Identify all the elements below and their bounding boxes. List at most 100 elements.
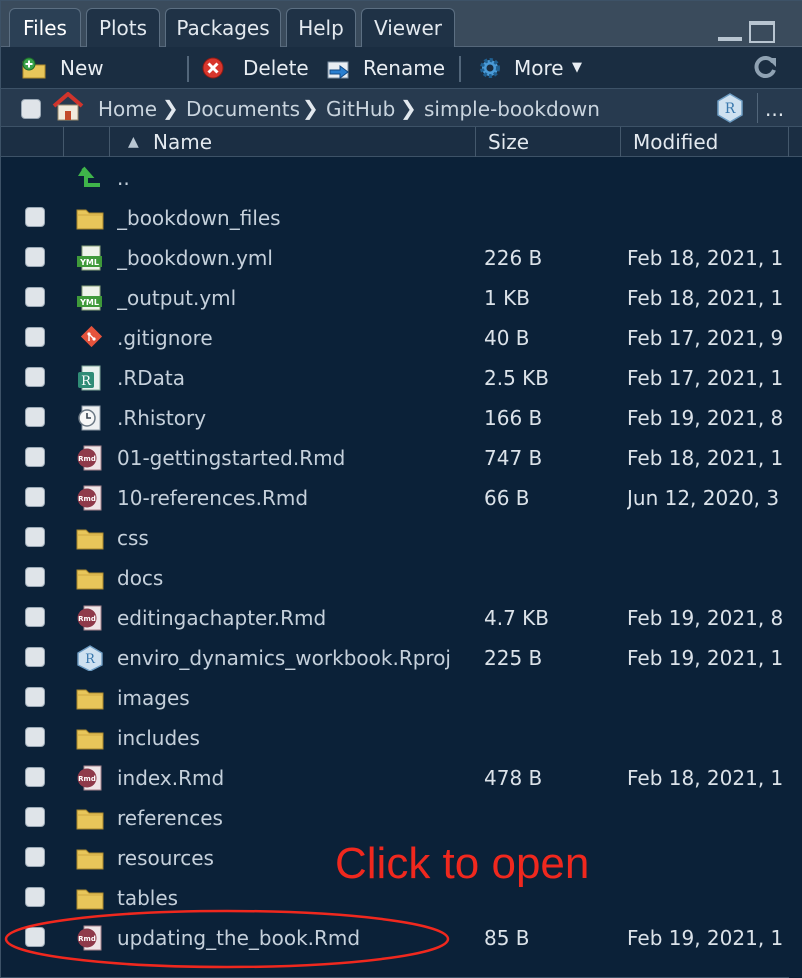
file-size: 1 KB <box>484 286 530 310</box>
file-name-link[interactable]: references <box>117 797 473 837</box>
header-modified[interactable]: Modified <box>621 127 789 157</box>
file-size: 166 B <box>484 406 543 430</box>
breadcrumb-divider <box>757 93 758 123</box>
more-label: More <box>514 56 564 80</box>
file-name-link[interactable]: .RData <box>117 357 473 397</box>
file-checkbox[interactable] <box>25 367 45 387</box>
file-row[interactable]: YML _bookdown.yml 226 B Feb 18, 2021, 1 <box>1 237 802 277</box>
file-name-link[interactable]: images <box>117 677 473 717</box>
new-folder-button[interactable]: New Folder <box>21 47 171 122</box>
folder-icon <box>76 809 104 830</box>
file-name-link[interactable]: docs <box>117 557 473 597</box>
file-checkbox[interactable] <box>25 407 45 427</box>
file-row[interactable]: .Rhistory 166 B Feb 19, 2021, 8 <box>1 397 802 437</box>
rproj-file-icon: R <box>77 645 103 671</box>
file-modified: Feb 17, 2021, 9 <box>627 326 784 350</box>
svg-text:YML: YML <box>79 298 99 307</box>
file-name-link[interactable]: index.Rmd <box>117 757 473 797</box>
file-checkbox[interactable] <box>25 687 45 707</box>
file-name-link[interactable]: css <box>117 517 473 557</box>
folder-icon <box>76 729 104 750</box>
file-row[interactable]: Rmd 10-references.Rmd 66 B Jun 12, 2020, 3 <box>1 477 802 517</box>
file-row[interactable]: Rmd index.Rmd 478 B Feb 18, 2021, 1 <box>1 757 802 797</box>
svg-text:YML: YML <box>79 258 99 267</box>
file-checkbox[interactable] <box>25 807 45 827</box>
file-checkbox[interactable] <box>25 887 45 907</box>
file-row[interactable]: .gitignore 40 B Feb 17, 2021, 9 <box>1 317 802 357</box>
breadcrumb: Home ❯ Documents ❯ GitHub ❯ simple-bookd… <box>1 89 802 127</box>
header-size[interactable]: Size <box>476 127 621 157</box>
parent-directory-link[interactable]: .. <box>117 157 473 197</box>
breadcrumb-github[interactable]: GitHub <box>326 89 395 127</box>
file-modified <box>627 557 789 597</box>
file-name-link[interactable]: .Rhistory <box>117 397 473 437</box>
tab-viewer[interactable]: Viewer <box>361 8 455 47</box>
file-row[interactable]: includes <box>1 717 802 757</box>
file-name-link[interactable]: .gitignore <box>117 317 473 357</box>
file-row[interactable]: css <box>1 517 802 557</box>
file-size: 85 B <box>484 926 530 950</box>
file-checkbox[interactable] <box>25 647 45 667</box>
chevron-right-icon: ❯ <box>302 96 319 120</box>
file-row[interactable]: YML _output.yml 1 KB Feb 18, 2021, 1 <box>1 277 802 317</box>
file-row[interactable]: docs <box>1 557 802 597</box>
scrollbar-track[interactable] <box>789 157 802 978</box>
file-checkbox[interactable] <box>25 487 45 507</box>
folder-icon <box>76 689 104 710</box>
file-checkbox[interactable] <box>25 247 45 267</box>
tab-plots[interactable]: Plots <box>86 8 160 47</box>
minimize-icon[interactable] <box>718 33 742 41</box>
svg-text:R: R <box>81 374 92 389</box>
file-row[interactable]: Rmd editingachapter.Rmd 4.7 KB Feb 19, 2021… <box>1 597 802 637</box>
parent-directory-row[interactable]: .. <box>1 157 802 197</box>
file-row[interactable]: _bookdown_files <box>1 197 802 237</box>
file-checkbox[interactable] <box>25 527 45 547</box>
file-checkbox[interactable] <box>25 447 45 467</box>
file-checkbox[interactable] <box>25 567 45 587</box>
file-name-link[interactable]: _bookdown_files <box>117 197 473 237</box>
file-checkbox[interactable] <box>25 327 45 347</box>
refresh-icon[interactable] <box>753 54 779 80</box>
file-checkbox[interactable] <box>25 287 45 307</box>
file-checkbox[interactable] <box>25 207 45 227</box>
file-name-link[interactable]: includes <box>117 717 473 757</box>
file-name-link[interactable]: 10-references.Rmd <box>117 477 473 517</box>
file-checkbox[interactable] <box>25 607 45 627</box>
chevron-down-icon: ▼ <box>572 60 582 75</box>
delete-button[interactable]: Delete <box>201 47 311 89</box>
folder-icon <box>76 849 104 870</box>
file-name-link[interactable]: enviro_dynamics_workbook.Rproj <box>117 637 473 677</box>
breadcrumb-overflow-button[interactable]: ... <box>765 89 784 127</box>
breadcrumb-home[interactable]: Home <box>98 89 157 127</box>
home-icon[interactable] <box>51 92 85 122</box>
maximize-icon[interactable] <box>749 21 775 43</box>
rename-label: Rename <box>363 56 446 80</box>
file-row[interactable]: R .RData 2.5 KB Feb 17, 2021, 1 <box>1 357 802 397</box>
rename-button[interactable]: Rename <box>327 47 447 89</box>
tab-files[interactable]: Files <box>9 8 81 47</box>
file-row[interactable]: images <box>1 677 802 717</box>
file-name-link[interactable]: 01-gettingstarted.Rmd <box>117 437 473 477</box>
chevron-right-icon: ❯ <box>400 96 417 120</box>
breadcrumb-documents[interactable]: Documents <box>186 89 300 127</box>
file-name-link[interactable]: _output.yml <box>117 277 473 317</box>
file-name-link[interactable]: _bookdown.yml <box>117 237 473 277</box>
file-checkbox[interactable] <box>25 767 45 787</box>
file-row[interactable]: Rmd 01-gettingstarted.Rmd 747 B Feb 18, 202… <box>1 437 802 477</box>
file-checkbox[interactable] <box>25 847 45 867</box>
more-button[interactable]: More ▼ <box>478 47 588 89</box>
files-toolbar: New Folder Delete Rename More ▼ <box>1 47 802 122</box>
file-checkbox[interactable] <box>25 727 45 747</box>
tab-packages[interactable]: Packages <box>165 8 281 47</box>
select-all-checkbox[interactable] <box>21 99 41 119</box>
rmd-file-icon: Rmd <box>77 445 102 471</box>
sort-ascending-icon: ▲ <box>128 134 139 150</box>
tab-help[interactable]: Help <box>286 8 356 47</box>
file-size: 226 B <box>484 246 543 270</box>
file-row[interactable]: references <box>1 797 802 837</box>
file-row[interactable]: Renviro_dynamics_workbook.Rproj 225 B Feb … <box>1 637 802 677</box>
breadcrumb-simple-bookdown[interactable]: simple-bookdown <box>424 89 600 127</box>
file-name-link[interactable]: editingachapter.Rmd <box>117 597 473 637</box>
rproject-icon[interactable]: R <box>715 93 745 123</box>
header-name[interactable]: ▲ Name <box>110 127 476 157</box>
